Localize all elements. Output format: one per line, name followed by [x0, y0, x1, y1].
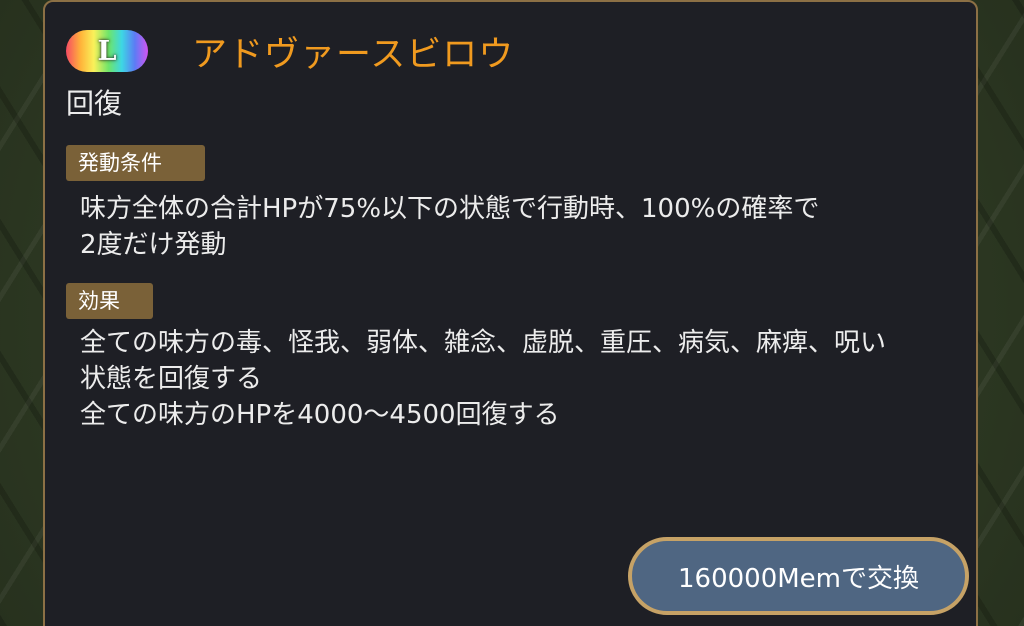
skill-name: アドヴァースビロウ [192, 35, 515, 75]
effect-line: 全ての味方の毒、怪我、弱体、雑念、虚脱、重圧、病気、麻痺、呪い [80, 328, 887, 358]
skill-detail-panel [43, 0, 978, 626]
rarity-badge: L [66, 30, 148, 72]
effect-tag: 効果 [66, 283, 153, 319]
condition-line: 2度だけ発動 [80, 230, 227, 260]
background-pattern-left [0, 0, 44, 626]
condition-text: 味方全体の合計HPが75%以下の状態で行動時、100%の確率で 2度だけ発動 [80, 191, 819, 263]
condition-line: 味方全体の合計HPが75%以下の状態で行動時、100%の確率で [80, 194, 820, 224]
effect-line: 状態を回復する [80, 364, 263, 394]
background-pattern-right [978, 0, 1024, 626]
exchange-button[interactable]: 160000Memで交換 [628, 537, 969, 615]
effect-line: 全ての味方のHPを4000〜4500回復する [80, 400, 560, 430]
skill-type: 回復 [66, 87, 123, 120]
rarity-label: L [97, 35, 117, 67]
effect-text: 全ての味方の毒、怪我、弱体、雑念、虚脱、重圧、病気、麻痺、呪い 状態を回復する … [80, 325, 886, 433]
condition-tag: 発動条件 [66, 145, 205, 181]
